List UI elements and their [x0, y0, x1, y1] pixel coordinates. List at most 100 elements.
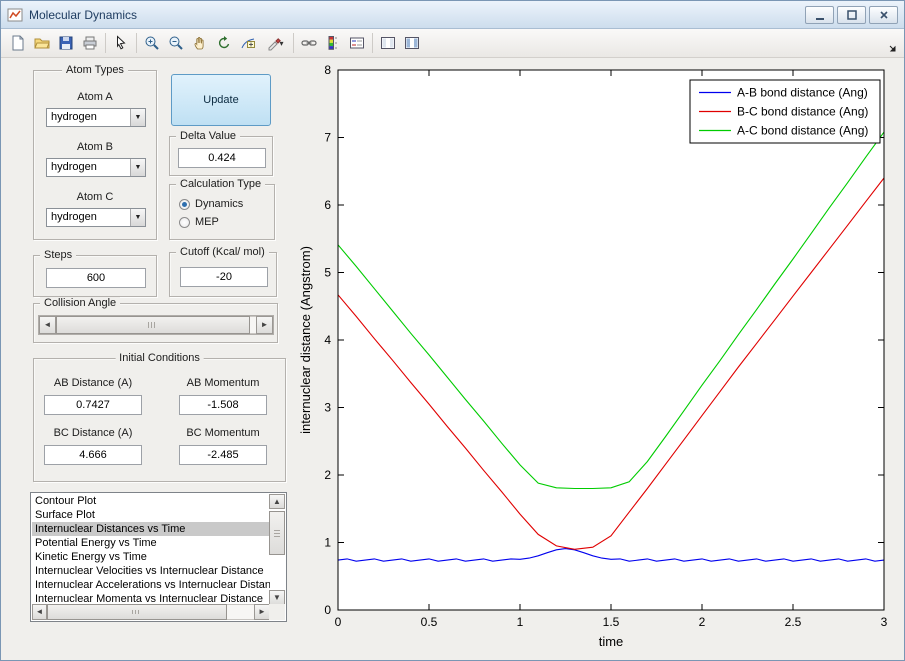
collision-angle-label: Collision Angle [40, 297, 121, 309]
atom-c-selected-value: hydrogen [51, 211, 97, 223]
pan-button[interactable] [188, 31, 212, 55]
chevron-down-icon[interactable]: ▼ [130, 109, 145, 126]
ab-distance-field[interactable] [44, 395, 142, 415]
new-figure-button[interactable] [6, 31, 30, 55]
list-scroll-left-arrow[interactable]: ◄ [32, 604, 47, 620]
list-hscroll-thumb[interactable] [47, 604, 227, 620]
zoom-in-button[interactable] [140, 31, 164, 55]
insert-colorbar-button[interactable] [321, 31, 345, 55]
figure-client-area: Atom Types Atom A hydrogen ▼ Atom B hydr… [1, 58, 904, 660]
atom-c-label: Atom C [76, 191, 114, 203]
radio-dynamics[interactable]: Dynamics [179, 197, 243, 211]
update-button[interactable]: Update [171, 74, 271, 126]
plot-type-listbox[interactable]: Contour Plot Surface Plot Internuclear Dis… [30, 492, 287, 622]
colorbar-icon [328, 36, 337, 50]
atom-a-dropdown[interactable]: hydrogen ▼ [46, 108, 146, 127]
hide-plot-tools-icon [381, 37, 395, 49]
list-item[interactable]: Kinetic Energy vs Time [32, 550, 270, 564]
maximize-button[interactable] [837, 5, 866, 24]
link-plot-button[interactable] [297, 31, 321, 55]
toolbar-overflow-arrow-icon[interactable] [888, 44, 898, 54]
brush-dropdown-arrow-icon[interactable]: ▾ [279, 39, 283, 48]
radio-button-icon[interactable] [179, 216, 190, 228]
list-scroll-up-arrow[interactable]: ▲ [269, 494, 285, 509]
collision-angle-slider[interactable]: ◄ ► [38, 315, 274, 335]
svg-text:6: 6 [324, 198, 331, 212]
list-vscroll-thumb[interactable] [269, 511, 285, 555]
svg-text:8: 8 [324, 63, 331, 77]
print-figure-button[interactable] [78, 31, 102, 55]
chevron-down-icon[interactable]: ▼ [130, 209, 145, 226]
window-controls [805, 5, 898, 24]
brush-data-button[interactable]: ▾ [260, 31, 290, 55]
link-chain-icon [301, 40, 317, 46]
svg-text:2.5: 2.5 [785, 615, 802, 629]
list-hscroll-track[interactable] [227, 604, 254, 620]
initial-conditions-title: Initial Conditions [115, 352, 204, 364]
slider-thumb[interactable] [56, 316, 250, 334]
list-scroll-right-arrow[interactable]: ► [254, 604, 270, 620]
radio-mep[interactable]: MEP [179, 215, 219, 229]
svg-text:0: 0 [324, 603, 331, 617]
atom-c-dropdown[interactable]: hydrogen ▼ [46, 208, 146, 227]
svg-text:internuclear distance (Angstro: internuclear distance (Angstrom) [298, 246, 313, 434]
data-cursor-icon [241, 38, 255, 49]
plot-axes: 0 0.5 1 1.5 2 2.5 3 0 1 2 3 4 5 6 7 8 time internuclear d… [298, 63, 888, 649]
svg-text:7: 7 [324, 131, 331, 145]
rotate-3d-button[interactable] [212, 31, 236, 55]
toolbar-separator [293, 33, 294, 53]
svg-text:5: 5 [324, 266, 331, 280]
cutoff-group: Cutoff (Kcal/ mol) [169, 246, 277, 297]
open-file-button[interactable] [30, 31, 54, 55]
steps-title: Steps [40, 249, 77, 261]
slider-right-arrow[interactable]: ► [256, 316, 273, 334]
hide-plot-tools-button[interactable] [376, 31, 400, 55]
close-button[interactable] [869, 5, 898, 24]
bc-distance-field[interactable] [44, 445, 142, 465]
window-title: Molecular Dynamics [29, 7, 138, 22]
ab-distance-label: AB Distance (A) [53, 377, 133, 389]
atom-a-label: Atom A [77, 91, 113, 103]
toolbar-separator [372, 33, 373, 53]
save-floppy-icon [59, 36, 73, 50]
delta-value-field[interactable] [178, 148, 266, 168]
zoom-out-button[interactable] [164, 31, 188, 55]
svg-text:0.5: 0.5 [421, 615, 438, 629]
app-window: Molecular Dynamics ▾ Atom Types Atom A h… [0, 0, 905, 661]
svg-text:A-C bond distance (Ang): A-C bond distance (Ang) [737, 124, 868, 138]
toolbar-separator [136, 33, 137, 53]
insert-legend-button[interactable] [345, 31, 369, 55]
list-item[interactable]: Contour Plot [32, 494, 270, 508]
list-item[interactable]: Surface Plot [32, 508, 270, 522]
show-plot-tools-button[interactable] [400, 31, 424, 55]
cutoff-field[interactable] [180, 267, 268, 287]
bc-momentum-field[interactable] [179, 445, 267, 465]
atom-types-group: Atom Types Atom A hydrogen ▼ Atom B hydr… [33, 64, 157, 240]
bc-distance-label: BC Distance (A) [53, 427, 133, 439]
collision-angle-group: Collision Angle ◄ ► [33, 297, 278, 343]
list-item[interactable]: Internuclear Distances vs Time [32, 522, 270, 536]
atom-types-group-title: Atom Types [62, 64, 128, 76]
legend-icon [350, 37, 364, 49]
svg-text:B-C bond distance (Ang): B-C bond distance (Ang) [737, 105, 868, 119]
list-item[interactable]: Internuclear Accelerations vs Internucle… [32, 578, 270, 592]
ab-momentum-label: AB Momentum [186, 377, 260, 389]
list-item[interactable]: Potential Energy vs Time [32, 536, 270, 550]
printer-icon [83, 36, 97, 50]
svg-text:2: 2 [324, 468, 331, 482]
radio-button-icon[interactable] [179, 198, 190, 210]
minimize-button[interactable] [805, 5, 834, 24]
titlebar: Molecular Dynamics [1, 1, 904, 29]
list-item[interactable]: Internuclear Velocities vs Internuclear … [32, 564, 270, 578]
rotate-3d-icon [218, 36, 230, 49]
chevron-down-icon[interactable]: ▼ [130, 159, 145, 176]
atom-b-dropdown[interactable]: hydrogen ▼ [46, 158, 146, 177]
steps-field[interactable] [46, 268, 146, 288]
initial-conditions-group: Initial Conditions AB Distance (A) AB Mo… [33, 352, 286, 482]
slider-left-arrow[interactable]: ◄ [39, 316, 56, 334]
save-figure-button[interactable] [54, 31, 78, 55]
ab-momentum-field[interactable] [179, 395, 267, 415]
edit-plot-button[interactable] [109, 31, 133, 55]
data-cursor-button[interactable] [236, 31, 260, 55]
minimize-icon [815, 17, 824, 20]
